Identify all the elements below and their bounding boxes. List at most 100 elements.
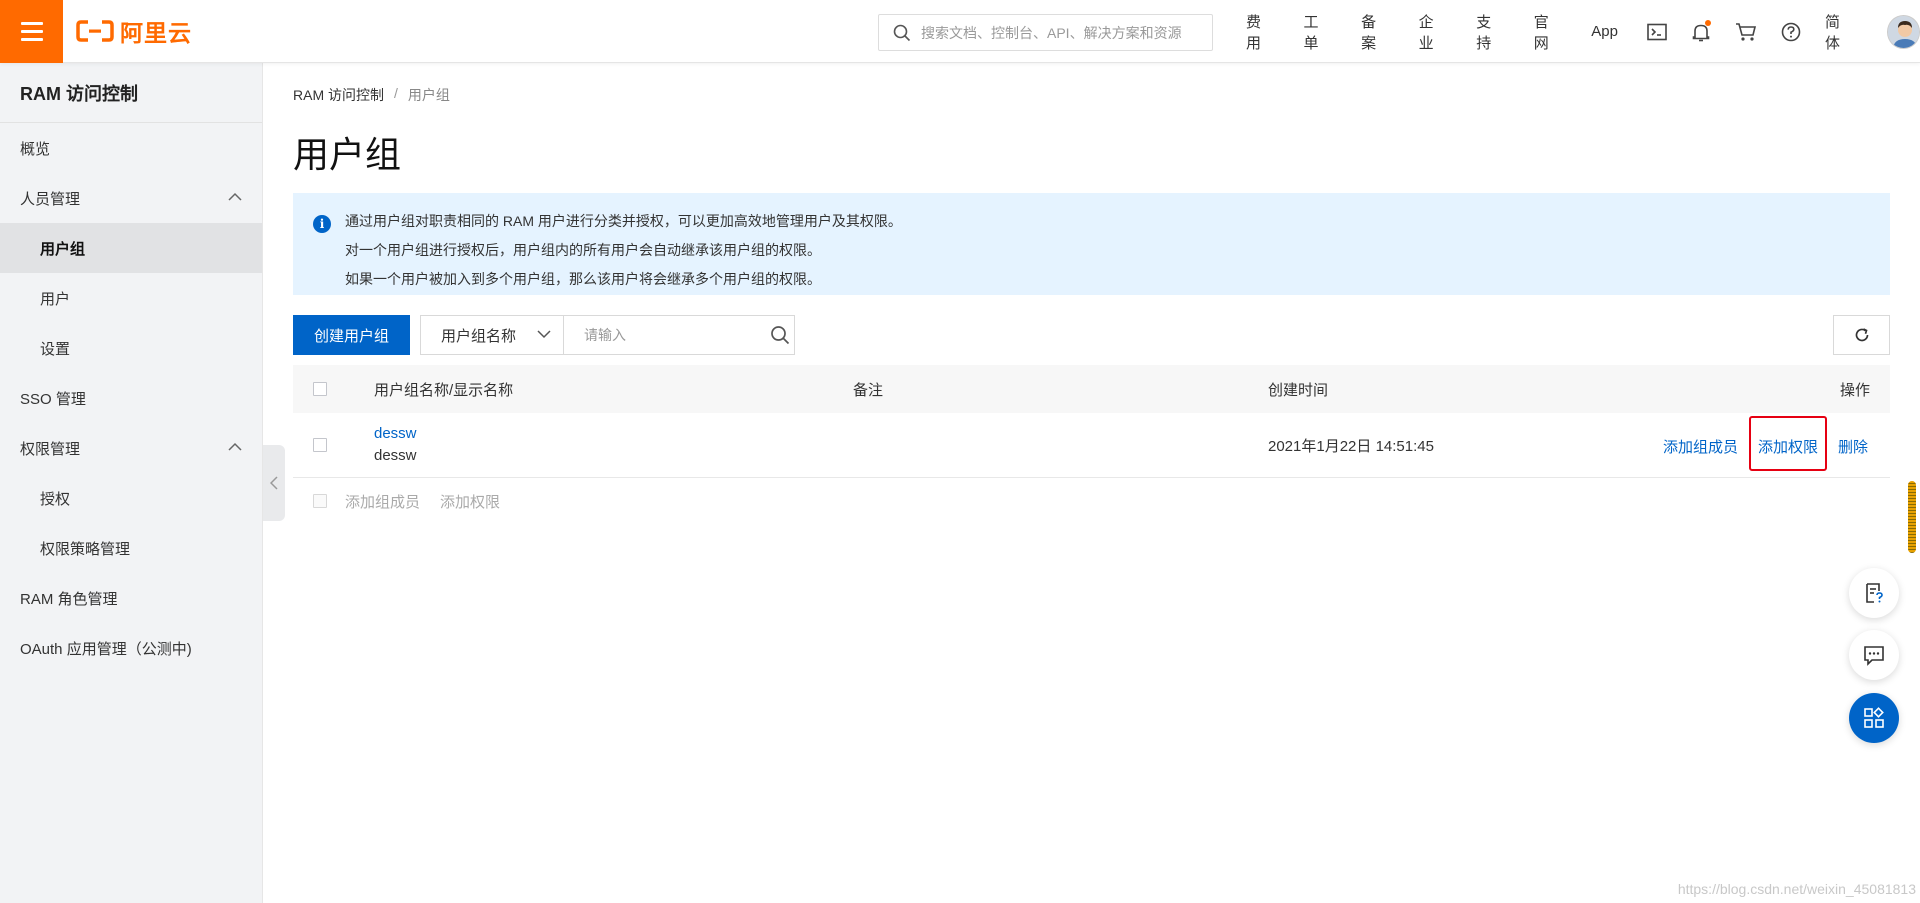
sidebar-item-label: 概览 <box>20 140 51 158</box>
breadcrumb-separator: / <box>394 85 398 101</box>
nav-official-site[interactable]: 官网 <box>1534 11 1564 53</box>
info-line: 对一个用户组进行授权后，用户组内的所有用户会自动继承该用户组的权限。 <box>345 242 821 258</box>
info-text: 通过用户组对职责相同的 RAM 用户进行分类并授权，可以更加高效地管理用户及其权… <box>345 204 902 295</box>
chevron-down-icon <box>537 330 551 339</box>
terminal-icon[interactable] <box>1646 21 1668 43</box>
global-search[interactable] <box>878 14 1213 51</box>
add-permissions-link[interactable]: 添加权限 <box>1758 436 1818 457</box>
sidebar-item-identities[interactable]: 人员管理 <box>0 173 262 223</box>
sidebar-item-overview[interactable]: 概览 <box>0 123 262 173</box>
chat-icon <box>1864 646 1884 666</box>
chevron-up-icon <box>228 192 242 201</box>
group-created-time: 2021年1月22日 14:51:45 <box>1268 438 1434 455</box>
menu-icon[interactable] <box>0 0 63 63</box>
sidebar-collapse-handle[interactable] <box>263 445 285 521</box>
filter-search-button[interactable] <box>765 316 794 354</box>
nav-enterprise[interactable]: 企业 <box>1419 11 1449 53</box>
apps-button[interactable] <box>1849 693 1899 743</box>
page-title: 用户组 <box>293 134 402 175</box>
sidebar-item-grants[interactable]: 授权 <box>0 473 262 523</box>
sidebar-item-oauth[interactable]: OAuth 应用管理（公测中) <box>0 623 262 673</box>
batch-select-checkbox[interactable] <box>313 494 327 508</box>
column-header-name: 用户组名称/显示名称 <box>374 381 514 399</box>
sidebar-item-users[interactable]: 用户 <box>0 273 262 323</box>
batch-add-permissions-button[interactable]: 添加权限 <box>440 491 500 512</box>
chevron-left-icon <box>270 476 278 490</box>
sidebar-item-user-groups[interactable]: 用户组 <box>0 223 262 273</box>
scrollbar-thumb[interactable] <box>1908 481 1916 553</box>
info-notice: i 通过用户组对职责相同的 RAM 用户进行分类并授权，可以更加高效地管理用户及… <box>293 193 1890 295</box>
info-icon: i <box>313 215 331 233</box>
nav-fees[interactable]: 费用 <box>1246 11 1276 53</box>
chat-button[interactable] <box>1849 630 1899 680</box>
chevron-up-icon <box>228 442 242 451</box>
top-bar: 阿里云 费用 工单 备案 企业 支持 官网 App <box>0 0 1920 63</box>
delete-link[interactable]: 删除 <box>1838 436 1868 457</box>
sidebar-item-label: 授权 <box>40 490 71 508</box>
batch-add-members-button[interactable]: 添加组成员 <box>345 491 420 512</box>
nav-app[interactable]: App <box>1591 23 1618 40</box>
sidebar-item-label: 权限管理 <box>20 440 81 458</box>
nav-icp[interactable]: 备案 <box>1361 11 1391 53</box>
user-groups-table: 用户组名称/显示名称 备注 创建时间 操作 dessw dessw 2021年1… <box>293 365 1890 478</box>
top-nav: 费用 工单 备案 企业 支持 官网 App 简体 <box>1246 0 1920 63</box>
sidebar-item-ram-roles[interactable]: RAM 角色管理 <box>0 573 262 623</box>
avatar[interactable] <box>1886 14 1920 49</box>
apps-grid-icon <box>1864 707 1884 728</box>
doc-question-icon <box>1866 583 1883 603</box>
sidebar-item-label: 设置 <box>40 340 71 358</box>
group-name-link[interactable]: dessw <box>374 425 417 442</box>
breadcrumb: RAM 访问控制 / 用户组 <box>293 85 450 105</box>
sidebar-item-sso[interactable]: SSO 管理 <box>0 373 262 423</box>
main-content: RAM 访问控制 / 用户组 用户组 i 通过用户组对职责相同的 RAM 用户进… <box>293 63 1890 903</box>
group-display-name: dessw <box>374 447 417 464</box>
breadcrumb-root[interactable]: RAM 访问控制 <box>293 85 384 105</box>
info-line: 如果一个用户被加入到多个用户组，那么该用户将会继承多个用户组的权限。 <box>345 271 821 287</box>
refresh-button[interactable] <box>1833 315 1890 355</box>
batch-actions: 添加组成员 添加权限 <box>293 491 500 511</box>
watermark: https://blog.csdn.net/weixin_45081813 <box>1677 881 1916 897</box>
logo[interactable]: 阿里云 <box>76 16 192 46</box>
sidebar-item-permissions[interactable]: 权限管理 <box>0 423 262 473</box>
notification-dot <box>1705 19 1712 26</box>
help-icon[interactable] <box>1780 21 1802 43</box>
sidebar-item-label: 人员管理 <box>20 190 81 208</box>
select-all-checkbox[interactable] <box>313 382 327 396</box>
sidebar-item-settings[interactable]: 设置 <box>0 323 262 373</box>
sidebar-item-label: 用户组 <box>40 240 86 258</box>
sidebar-title: RAM 访问控制 <box>0 63 262 123</box>
row-checkbox[interactable] <box>313 438 327 452</box>
nav-support[interactable]: 支持 <box>1476 11 1506 53</box>
column-header-created: 创建时间 <box>1268 381 1329 399</box>
cart-icon[interactable] <box>1735 21 1757 43</box>
refresh-icon <box>1855 328 1868 342</box>
sidebar: RAM 访问控制 概览 人员管理 用户组 用户 设置 SSO 管理 权限管理 授… <box>0 63 263 903</box>
language-switch[interactable]: 简体 <box>1825 11 1855 53</box>
column-header-actions: 操作 <box>1839 381 1870 399</box>
doc-help-button[interactable] <box>1849 568 1899 618</box>
sidebar-item-label: OAuth 应用管理（公测中) <box>20 640 192 658</box>
add-members-link[interactable]: 添加组成员 <box>1663 436 1738 457</box>
search-icon <box>770 326 789 345</box>
filter-field-select[interactable]: 用户组名称 <box>420 315 564 355</box>
logo-text: 阿里云 <box>120 20 192 46</box>
column-header-remark: 备注 <box>853 381 884 399</box>
filter-field-value: 用户组名称 <box>441 327 517 345</box>
bell-icon[interactable] <box>1691 19 1713 43</box>
search-icon <box>893 24 911 41</box>
info-line: 通过用户组对职责相同的 RAM 用户进行分类并授权，可以更加高效地管理用户及其权… <box>345 213 902 229</box>
table-row: dessw dessw 2021年1月22日 14:51:45 添加组成员 添加… <box>293 413 1890 478</box>
filter-search-box <box>563 315 795 355</box>
sidebar-item-label: SSO 管理 <box>20 390 86 408</box>
aliyun-logo-icon <box>76 20 114 42</box>
sidebar-item-policies[interactable]: 权限策略管理 <box>0 523 262 573</box>
sidebar-item-label: 权限策略管理 <box>40 540 131 558</box>
sidebar-item-label: 用户 <box>40 290 71 308</box>
sidebar-item-label: RAM 角色管理 <box>20 590 118 608</box>
filter-search-input[interactable] <box>564 317 765 353</box>
toolbar: 创建用户组 用户组名称 <box>293 315 1890 355</box>
create-user-group-button[interactable]: 创建用户组 <box>293 315 410 355</box>
table-header: 用户组名称/显示名称 备注 创建时间 操作 <box>293 365 1890 413</box>
global-search-input[interactable] <box>921 24 1201 41</box>
nav-tickets[interactable]: 工单 <box>1304 11 1334 53</box>
